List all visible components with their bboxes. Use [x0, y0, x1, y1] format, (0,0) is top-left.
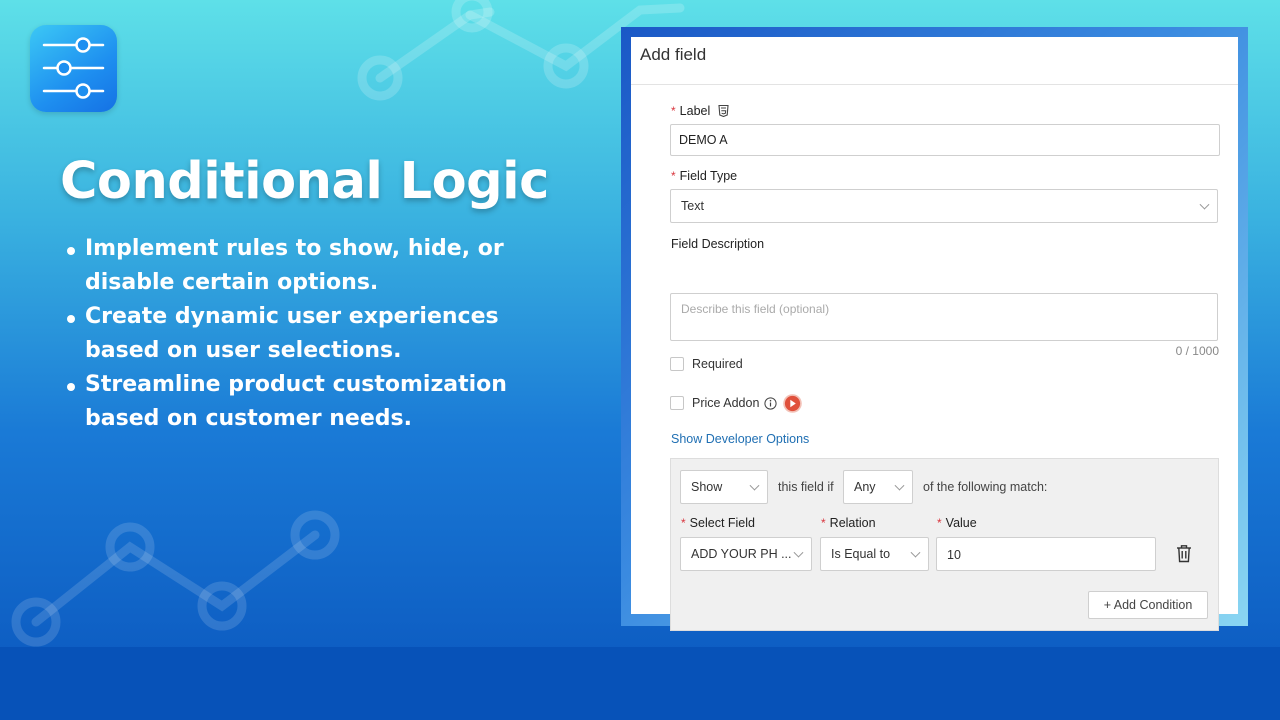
app-icon: [30, 25, 117, 112]
value-label: * Value: [937, 516, 977, 530]
this-field-if-text: this field if: [778, 480, 834, 494]
relation-value: Is Equal to: [831, 547, 891, 561]
select-field-value: ADD YOUR PH ...: [691, 547, 792, 561]
field-type-label: * Field Type: [671, 169, 737, 183]
play-icon[interactable]: [783, 394, 802, 413]
conditional-logic-box: Show this field if Any of the following …: [670, 458, 1219, 631]
add-field-form: * Label DEMO A * Field Type Text Field Des…: [631, 85, 1238, 631]
required-mark: *: [671, 169, 676, 183]
chevron-down-icon: [910, 547, 921, 558]
info-icon[interactable]: [764, 397, 777, 410]
trash-icon[interactable]: [1176, 544, 1192, 563]
chevron-down-icon: [1199, 199, 1210, 210]
add-condition-button[interactable]: + Add Condition: [1088, 591, 1208, 619]
headline: Conditional Logic: [60, 152, 549, 211]
relation-label: * Relation: [821, 516, 876, 530]
condition-action-select[interactable]: Show: [680, 470, 768, 504]
panel-title: Add field: [631, 37, 1238, 85]
field-type-label-text: Field Type: [679, 169, 738, 183]
field-description-label: Field Description: [671, 237, 765, 251]
relation-label-text: Relation: [829, 516, 876, 530]
chevron-down-icon: [894, 480, 905, 491]
sliders-icon: [42, 37, 105, 99]
price-addon-checkbox[interactable]: [670, 396, 684, 410]
bullet-item: Create dynamic user experiences based on…: [66, 300, 536, 368]
required-label: Required: [692, 357, 743, 371]
required-mark: *: [681, 516, 686, 530]
required-checkbox[interactable]: [670, 357, 684, 371]
label-input[interactable]: DEMO A: [670, 124, 1220, 156]
chevron-down-icon: [749, 480, 760, 491]
label-text: Label: [679, 104, 711, 118]
add-field-panel: Add field * Label DEMO A * Field Type Text…: [631, 37, 1238, 631]
select-field-label: * Select Field: [681, 516, 755, 530]
show-developer-options-link[interactable]: Show Developer Options: [671, 432, 809, 446]
value-label-text: Value: [945, 516, 977, 530]
required-mark: *: [671, 104, 676, 118]
select-field-label-text: Select Field: [689, 516, 755, 530]
field-type-value: Text: [681, 199, 704, 213]
bullet-list: Implement rules to show, hide, or disabl…: [66, 232, 536, 436]
condition-match-select[interactable]: Any: [843, 470, 913, 504]
html5-icon: [718, 105, 729, 117]
price-addon-label: Price Addon: [692, 396, 760, 410]
condition-action-value: Show: [691, 480, 723, 494]
condition-value-input[interactable]: 10: [936, 537, 1156, 571]
required-mark: *: [937, 516, 942, 530]
bullet-item: Implement rules to show, hide, or disabl…: [66, 232, 536, 300]
condition-match-value: Any: [854, 480, 876, 494]
relation-select[interactable]: Is Equal to: [820, 537, 929, 571]
following-match-text: of the following match:: [923, 480, 1048, 494]
chevron-down-icon: [793, 547, 804, 558]
label-field-label: * Label: [671, 104, 729, 118]
character-counter: 0 / 1000: [1175, 344, 1219, 358]
required-mark: *: [821, 516, 826, 530]
select-field-select[interactable]: ADD YOUR PH ...: [680, 537, 812, 571]
bullet-item: Streamline product customization based o…: [66, 368, 536, 436]
field-description-textarea[interactable]: Describe this field (optional): [670, 293, 1218, 341]
field-type-select[interactable]: Text: [670, 189, 1218, 223]
